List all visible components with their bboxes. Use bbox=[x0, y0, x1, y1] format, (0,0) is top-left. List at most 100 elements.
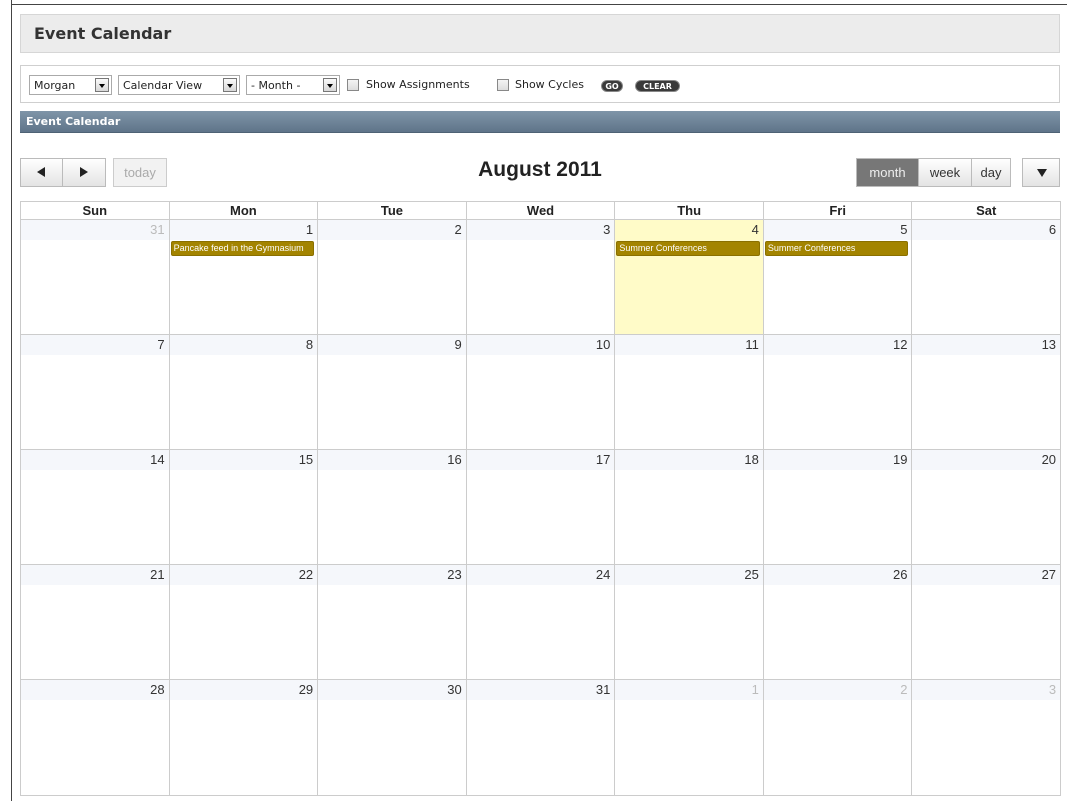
day-number[interactable]: 27 bbox=[1042, 567, 1056, 582]
view-select-value: Calendar View bbox=[123, 79, 203, 92]
today-button[interactable]: today bbox=[113, 158, 167, 187]
day-number[interactable]: 1 bbox=[752, 682, 759, 697]
day-cell[interactable]: 31 bbox=[21, 220, 170, 334]
day-number[interactable]: 19 bbox=[893, 452, 907, 467]
day-cell[interactable]: 7 bbox=[21, 335, 170, 449]
day-cell[interactable]: 30 bbox=[318, 680, 467, 795]
clear-button[interactable]: CLEAR bbox=[635, 80, 680, 92]
day-cell[interactable]: 17 bbox=[466, 450, 616, 564]
day-number[interactable]: 18 bbox=[744, 452, 758, 467]
day-number[interactable]: 11 bbox=[745, 337, 759, 352]
show-cycles-checkbox[interactable] bbox=[497, 79, 509, 91]
day-view-button[interactable]: day bbox=[971, 159, 1010, 186]
day-cell[interactable]: 14 bbox=[21, 450, 170, 564]
day-cell[interactable]: 24 bbox=[466, 565, 616, 679]
section-header: Event Calendar bbox=[20, 111, 1060, 133]
month-view-button[interactable]: month bbox=[857, 159, 918, 186]
day-number[interactable]: 8 bbox=[306, 337, 313, 352]
day-number[interactable]: 6 bbox=[1049, 222, 1056, 237]
day-cell[interactable]: 1 bbox=[615, 680, 764, 795]
day-number[interactable]: 22 bbox=[299, 567, 313, 582]
day-number[interactable]: 14 bbox=[150, 452, 164, 467]
day-cell[interactable]: 9 bbox=[318, 335, 467, 449]
user-select[interactable]: Morgan bbox=[29, 75, 112, 95]
day-cell[interactable]: 21 bbox=[21, 565, 170, 679]
day-number[interactable]: 1 bbox=[306, 222, 313, 237]
calendar-event[interactable]: Pancake feed in the Gymnasium bbox=[170, 241, 315, 256]
day-number[interactable]: 21 bbox=[150, 567, 164, 582]
day-cell[interactable]: 12 bbox=[763, 335, 913, 449]
day-number[interactable]: 30 bbox=[447, 682, 461, 697]
day-number[interactable]: 2 bbox=[455, 222, 462, 237]
day-number[interactable]: 29 bbox=[299, 682, 313, 697]
day-number[interactable]: 9 bbox=[455, 337, 462, 352]
day-cell[interactable]: 6 bbox=[912, 220, 1061, 334]
day-cell[interactable]: 8 bbox=[169, 335, 319, 449]
day-number[interactable]: 5 bbox=[900, 222, 907, 237]
calendar-event[interactable]: Summer Conferences bbox=[764, 241, 909, 256]
view-select[interactable]: Calendar View bbox=[118, 75, 240, 95]
day-cell[interactable]: 4 Summer Conferences bbox=[615, 220, 764, 334]
chevron-down-icon[interactable] bbox=[95, 78, 109, 92]
day-cell[interactable]: 27 bbox=[912, 565, 1061, 679]
day-cell[interactable]: 26 bbox=[763, 565, 913, 679]
day-number[interactable]: 24 bbox=[596, 567, 610, 582]
day-number[interactable]: 12 bbox=[893, 337, 907, 352]
day-header-fri: Fri bbox=[764, 202, 913, 219]
day-cell[interactable]: 2 bbox=[318, 220, 467, 334]
day-number[interactable]: 16 bbox=[447, 452, 461, 467]
day-cell[interactable]: 11 bbox=[615, 335, 764, 449]
day-cell[interactable]: 22 bbox=[169, 565, 319, 679]
chevron-down-icon[interactable] bbox=[323, 78, 337, 92]
day-number[interactable]: 23 bbox=[447, 567, 461, 582]
day-header-sun: Sun bbox=[21, 202, 170, 219]
day-number[interactable]: 3 bbox=[603, 222, 610, 237]
day-number[interactable]: 31 bbox=[596, 682, 610, 697]
day-cell[interactable]: 2 bbox=[763, 680, 913, 795]
day-cell[interactable]: 28 bbox=[21, 680, 170, 795]
day-cell[interactable]: 20 bbox=[912, 450, 1061, 564]
day-cell[interactable]: 29 bbox=[169, 680, 319, 795]
day-cell[interactable]: 16 bbox=[318, 450, 467, 564]
day-number[interactable]: 7 bbox=[157, 337, 164, 352]
day-cell[interactable]: 31 bbox=[466, 680, 616, 795]
day-number-band bbox=[763, 565, 912, 585]
chevron-down-icon[interactable] bbox=[223, 78, 237, 92]
day-number[interactable]: 25 bbox=[744, 567, 758, 582]
day-number[interactable]: 4 bbox=[752, 222, 759, 237]
menu-dropdown-button[interactable] bbox=[1022, 158, 1060, 187]
calendar-event[interactable]: Summer Conferences bbox=[616, 241, 760, 256]
prev-button[interactable] bbox=[21, 159, 63, 186]
show-assignments-checkbox[interactable] bbox=[347, 79, 359, 91]
section-title: Event Calendar bbox=[26, 115, 121, 128]
day-number[interactable]: 10 bbox=[596, 337, 610, 352]
day-number-band bbox=[615, 335, 763, 355]
day-cell[interactable]: 15 bbox=[169, 450, 319, 564]
day-number[interactable]: 31 bbox=[150, 222, 164, 237]
day-number[interactable]: 26 bbox=[893, 567, 907, 582]
day-number[interactable]: 20 bbox=[1042, 452, 1056, 467]
go-button[interactable]: GO bbox=[601, 80, 623, 92]
day-number[interactable]: 17 bbox=[596, 452, 610, 467]
day-number[interactable]: 13 bbox=[1042, 337, 1056, 352]
page-top-edge bbox=[11, 0, 1067, 5]
day-cell[interactable]: 5 Summer Conferences bbox=[763, 220, 913, 334]
day-cell[interactable]: 18 bbox=[615, 450, 764, 564]
day-number[interactable]: 15 bbox=[299, 452, 313, 467]
week-view-button[interactable]: week bbox=[918, 159, 971, 186]
day-number[interactable]: 28 bbox=[150, 682, 164, 697]
day-cell[interactable]: 3 bbox=[912, 680, 1061, 795]
day-cell[interactable]: 25 bbox=[615, 565, 764, 679]
day-cell[interactable]: 10 bbox=[466, 335, 616, 449]
next-button[interactable] bbox=[64, 159, 106, 186]
left-rule bbox=[11, 5, 12, 801]
month-select[interactable]: - Month - bbox=[246, 75, 340, 95]
day-cell[interactable]: 19 bbox=[763, 450, 913, 564]
day-cell[interactable]: 13 bbox=[912, 335, 1061, 449]
day-number-band bbox=[318, 220, 466, 240]
day-number[interactable]: 3 bbox=[1049, 682, 1056, 697]
day-cell[interactable]: 1 Pancake feed in the Gymnasium bbox=[169, 220, 319, 334]
day-number[interactable]: 2 bbox=[900, 682, 907, 697]
day-cell[interactable]: 23 bbox=[318, 565, 467, 679]
day-cell[interactable]: 3 bbox=[466, 220, 616, 334]
